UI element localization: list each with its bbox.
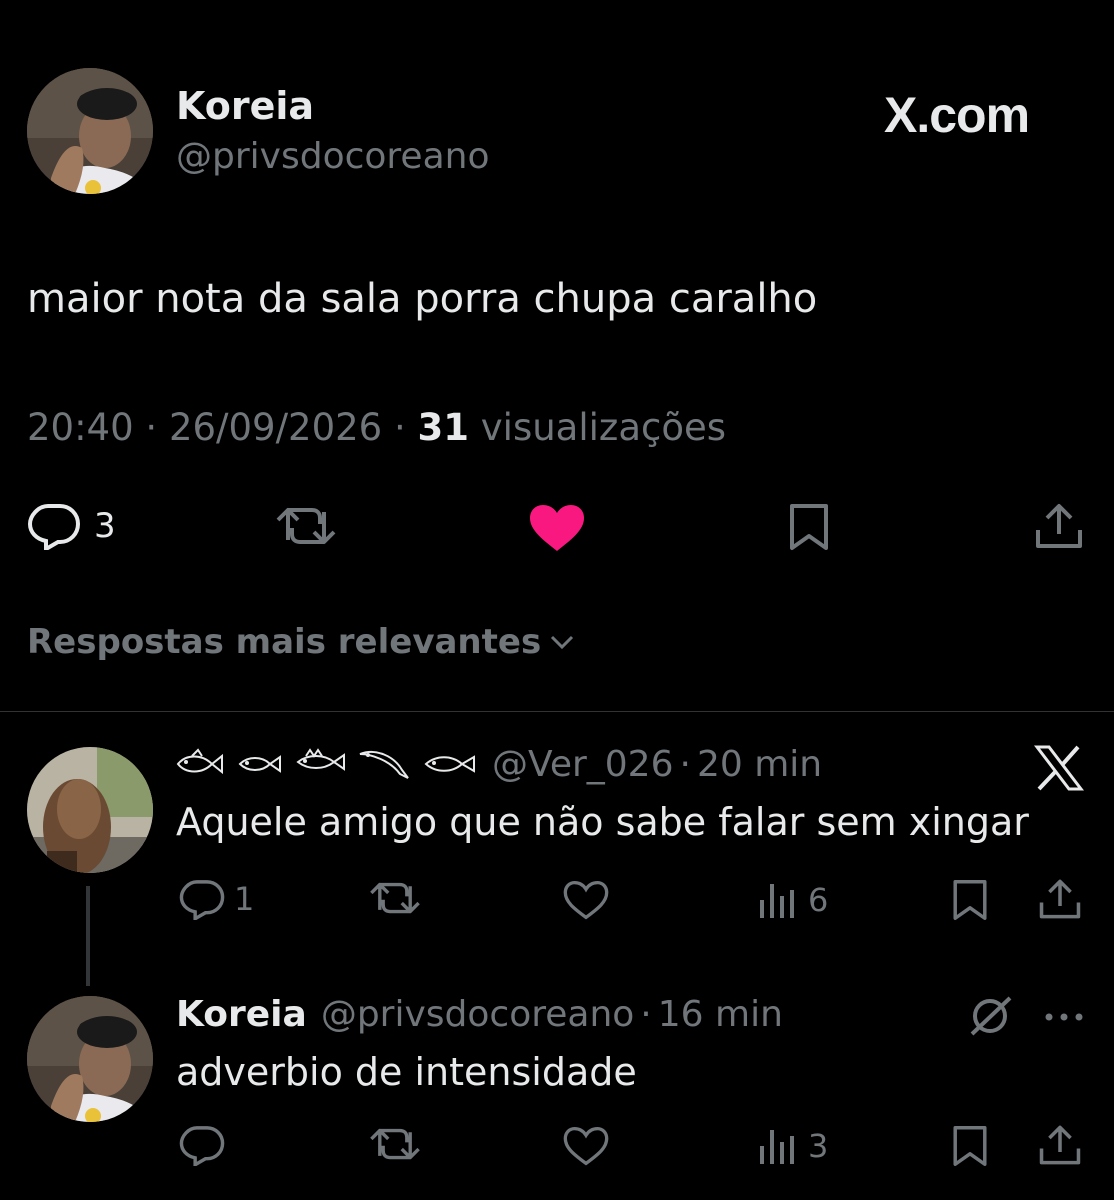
replies-sort-label: Respostas mais relevantes <box>27 622 542 662</box>
more-options-icon[interactable] <box>1044 1012 1084 1022</box>
tweet-date[interactable]: 26/09/2026 <box>169 406 382 449</box>
reply-icon <box>178 1124 226 1166</box>
retweet-icon <box>368 876 422 920</box>
reply-count: 1 <box>234 880 255 918</box>
author-display-name[interactable]: Koreia <box>176 84 314 128</box>
x-logo-icon[interactable] <box>1034 745 1084 791</box>
reply-display-name[interactable]: Koreia <box>176 994 307 1035</box>
heart-icon <box>562 879 610 921</box>
views-count: 3 <box>808 1127 829 1165</box>
replies-sort-dropdown[interactable]: Respostas mais relevantes <box>27 622 575 662</box>
reply-display-name[interactable] <box>176 746 488 784</box>
reply-button[interactable] <box>178 1124 226 1166</box>
fish-emoji-icon <box>176 747 224 782</box>
reply-button[interactable]: 1 <box>178 878 254 920</box>
meta-separator: · <box>145 406 158 449</box>
like-button[interactable] <box>528 503 586 553</box>
tweet-time[interactable]: 20:40 <box>27 406 134 449</box>
bookmark-button[interactable] <box>786 502 832 552</box>
reply-handle[interactable]: @privsdocoreano <box>321 994 634 1035</box>
reply-button[interactable]: 3 <box>26 502 116 550</box>
bookmark-button[interactable] <box>950 878 990 922</box>
like-button[interactable] <box>562 1125 610 1167</box>
reply-header: Koreia @privsdocoreano · 16 min <box>176 994 783 1035</box>
meta-separator: · <box>393 406 406 449</box>
heart-icon <box>562 1125 610 1167</box>
reply-time[interactable]: 16 min <box>658 994 783 1035</box>
bookmark-icon <box>950 878 990 922</box>
grok-icon[interactable] <box>968 994 1014 1038</box>
views-count: 31 <box>417 406 470 449</box>
like-button[interactable] <box>562 879 610 921</box>
share-icon <box>1034 500 1084 552</box>
views-button[interactable]: 6 <box>758 880 828 920</box>
reply-icon <box>178 878 226 920</box>
reply-count: 3 <box>94 506 116 546</box>
views-count: 6 <box>808 881 829 919</box>
x-brand-watermark: X.com <box>884 87 1030 143</box>
meta-separator: · <box>679 744 691 785</box>
reply-text: Aquele amigo que não sabe falar sem xing… <box>176 800 1029 844</box>
bookmark-icon <box>786 502 832 552</box>
reply-time[interactable]: 20 min <box>697 744 822 785</box>
share-button[interactable] <box>1038 876 1082 922</box>
reply-text: adverbio de intensidade <box>176 1050 637 1094</box>
retweet-button[interactable] <box>274 500 338 552</box>
views-button[interactable]: 3 <box>758 1126 828 1166</box>
fish-emoji-icon <box>358 746 412 784</box>
reply-header: @Ver_026 · 20 min <box>176 744 822 785</box>
views-label: visualizações <box>480 406 727 449</box>
retweet-button[interactable] <box>368 876 422 920</box>
views-chart-icon <box>758 1126 798 1166</box>
retweet-icon <box>274 500 338 552</box>
fish-emoji-icon <box>236 748 284 782</box>
heart-filled-icon <box>528 503 586 553</box>
author-avatar[interactable] <box>27 68 153 194</box>
author-handle[interactable]: @privsdocoreano <box>176 136 489 177</box>
bookmark-icon <box>950 1124 990 1168</box>
share-icon <box>1038 1122 1082 1168</box>
fish-emoji-icon <box>296 747 346 782</box>
share-icon <box>1038 876 1082 922</box>
reply-avatar[interactable] <box>27 747 153 873</box>
views-chart-icon <box>758 880 798 920</box>
retweet-icon <box>368 1122 422 1166</box>
divider <box>0 711 1114 712</box>
thread-line <box>86 886 90 986</box>
reply-handle[interactable]: @Ver_026 <box>492 744 674 785</box>
retweet-button[interactable] <box>368 1122 422 1166</box>
reply-icon <box>26 502 82 550</box>
share-button[interactable] <box>1034 500 1084 552</box>
meta-separator: · <box>640 994 652 1035</box>
chevron-down-icon <box>549 632 575 652</box>
fish-emoji-icon <box>424 748 476 782</box>
bookmark-button[interactable] <box>950 1124 990 1168</box>
reply-avatar[interactable] <box>27 996 153 1122</box>
tweet-meta: 20:40 · 26/09/2026 · 31 visualizações <box>27 406 726 449</box>
share-button[interactable] <box>1038 1122 1082 1168</box>
tweet-text: maior nota da sala porra chupa caralho <box>27 276 818 322</box>
